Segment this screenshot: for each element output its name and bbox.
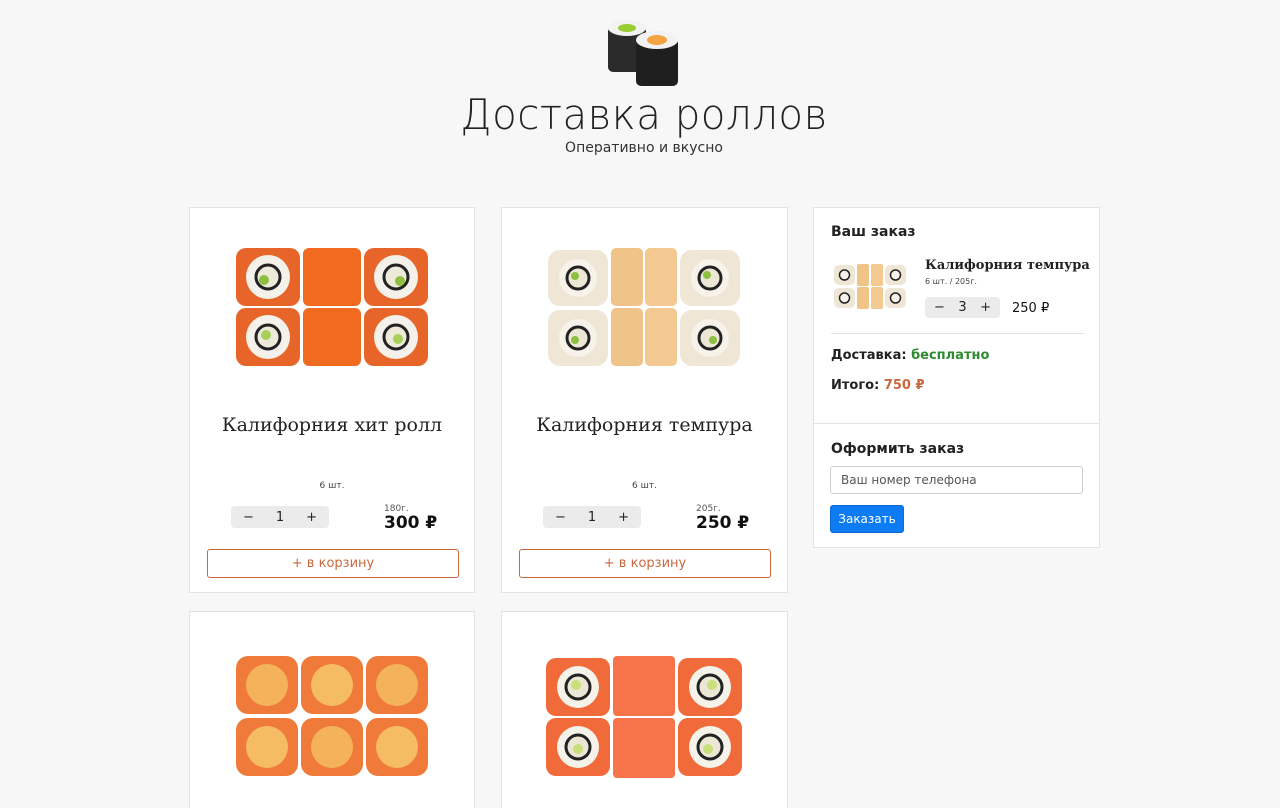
total-value: 750 ₽ <box>883 378 925 393</box>
product-card: Калифорния хит ролл 6 шт. − 1 + 180г. 30… <box>189 207 475 593</box>
product-pieces: 6 шт. <box>319 481 345 491</box>
delivery-value: бесплатно <box>911 348 990 363</box>
product-price: 250 ₽ <box>696 513 750 533</box>
decrease-button[interactable]: − <box>555 510 566 525</box>
product-card <box>189 611 475 808</box>
product-pieces: 6 шт. <box>632 481 657 491</box>
product-card <box>501 611 788 808</box>
checkout-title: Оформить заказ <box>831 441 965 457</box>
order-button[interactable]: Заказать <box>830 505 904 533</box>
cart-item-name: Калифорния темпура <box>925 258 1090 273</box>
increase-button[interactable]: + <box>306 510 317 525</box>
quantity-value: 1 <box>587 509 597 525</box>
site-subtitle: Оперативно и вкусно <box>565 140 723 156</box>
quantity-stepper: − 1 + <box>543 506 641 528</box>
delivery-label: Доставка: <box>831 348 907 363</box>
cart-title: Ваш заказ <box>831 224 916 240</box>
quantity-value: 3 <box>958 300 967 315</box>
phone-input[interactable] <box>830 466 1083 494</box>
product-photo <box>546 656 742 778</box>
decrease-button[interactable]: − <box>934 300 945 315</box>
product-photo <box>236 248 428 366</box>
increase-button[interactable]: + <box>618 510 629 525</box>
product-card: Калифорния темпура 6 шт. − 1 + 205г. 250… <box>501 207 788 593</box>
cart-item-meta: 6 шт. / 205г. <box>925 277 977 286</box>
increase-button[interactable]: + <box>980 300 991 315</box>
divider <box>814 423 1099 424</box>
sushi-rolls-logo-icon <box>608 20 678 86</box>
cart-item-price: 250 ₽ <box>1012 301 1050 316</box>
add-to-cart-button[interactable]: + в корзину <box>519 549 771 578</box>
site-title: Доставка роллов <box>460 90 828 139</box>
add-to-cart-button[interactable]: + в корзину <box>207 549 459 578</box>
divider <box>831 333 1084 334</box>
cart-quantity-stepper: − 3 + <box>925 297 1000 318</box>
total-line: Итого: 750 ₽ <box>831 378 925 393</box>
cart-item-photo <box>834 264 906 309</box>
product-name: Калифорния темпура <box>536 414 753 436</box>
product-name: Калифорния хит ролл <box>221 414 443 436</box>
product-price: 300 ₽ <box>384 513 438 533</box>
decrease-button[interactable]: − <box>243 510 254 525</box>
quantity-value: 1 <box>275 509 285 525</box>
order-cart: Ваш заказ Калифорния темпура 6 шт. / 205… <box>813 207 1100 548</box>
product-photo <box>236 656 428 776</box>
quantity-stepper: − 1 + <box>231 506 329 528</box>
product-photo <box>548 248 740 366</box>
total-label: Итого: <box>831 378 880 393</box>
delivery-line: Доставка: бесплатно <box>831 348 989 363</box>
